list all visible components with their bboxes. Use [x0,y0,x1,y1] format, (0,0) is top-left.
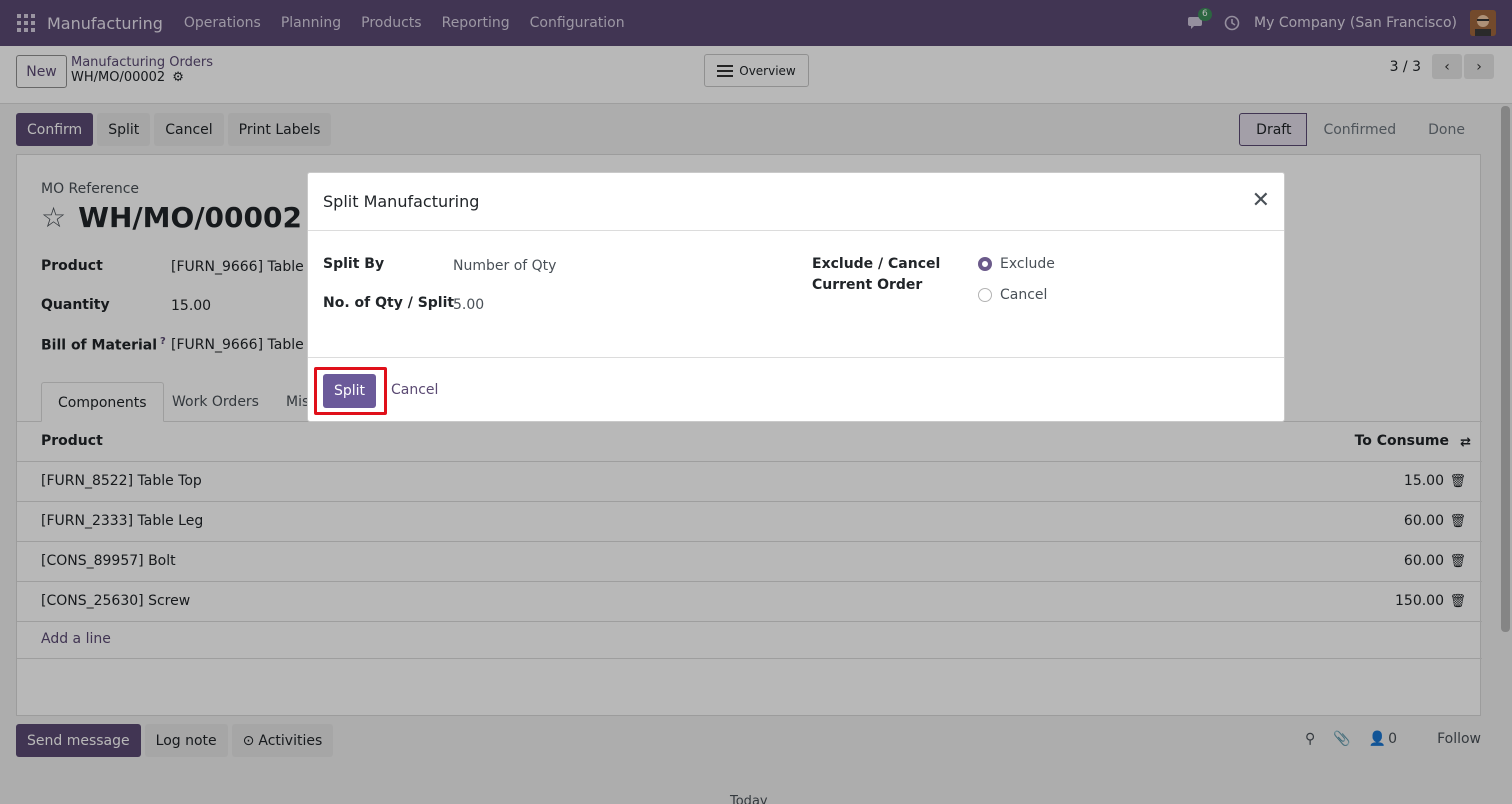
current-order-label: Current Order [812,277,923,293]
split-by-select[interactable]: Number of Qty [453,258,556,274]
exclude-cancel-label: Exclude / Cancel [812,256,941,272]
close-icon[interactable]: ✕ [1252,190,1270,212]
qty-per-split-input[interactable]: 5.00 [453,297,484,313]
cancel-button[interactable]: Cancel [391,382,438,398]
split-manufacturing-dialog: Split Manufacturing ✕ Split By Number of… [307,172,1285,422]
radio-unchecked-icon [978,288,992,302]
radio-checked-icon [978,257,992,271]
modal-title: Split Manufacturing [323,192,480,211]
split-by-label: Split By [323,256,385,272]
modal-footer: Split Cancel [308,357,1284,421]
modal-header: Split Manufacturing ✕ [308,173,1284,231]
radio-cancel-label: Cancel [1000,287,1048,303]
radio-exclude-label: Exclude [1000,256,1055,272]
radio-exclude[interactable]: Exclude [978,256,1055,272]
radio-cancel[interactable]: Cancel [978,287,1047,303]
qty-per-split-label: No. of Qty / Split [323,295,455,311]
split-button[interactable]: Split [323,374,376,408]
